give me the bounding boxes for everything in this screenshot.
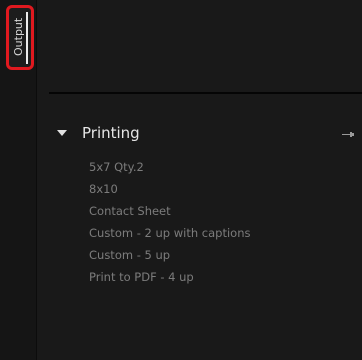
vertical-tab-strip: Output [0, 0, 37, 360]
list-item-8x10[interactable]: 8x10 [89, 178, 250, 200]
output-panel: Printing 5x7 Qty.2 8x10 Contact Sheet Cu… [37, 0, 362, 360]
triangle-down-icon[interactable] [57, 130, 67, 136]
tab-output[interactable]: Output [6, 5, 34, 70]
printing-preset-list: 5x7 Qty.2 8x10 Contact Sheet Custom - 2 … [89, 156, 250, 288]
pin-icon[interactable] [342, 132, 354, 138]
section-title: Printing [82, 124, 140, 142]
panel-divider [49, 92, 362, 94]
tab-active-indicator [26, 12, 28, 64]
list-item-custom-2-up[interactable]: Custom - 2 up with captions [89, 222, 250, 244]
list-item-custom-5-up[interactable]: Custom - 5 up [89, 244, 250, 266]
printing-section-header[interactable]: Printing [37, 122, 362, 146]
list-item-5x7-qty2[interactable]: 5x7 Qty.2 [89, 156, 250, 178]
output-panel-window: Output Printing 5x7 Qty.2 8x10 Contact S… [0, 0, 362, 360]
list-item-contact-sheet[interactable]: Contact Sheet [89, 200, 250, 222]
list-item-print-to-pdf[interactable]: Print to PDF - 4 up [89, 266, 250, 288]
